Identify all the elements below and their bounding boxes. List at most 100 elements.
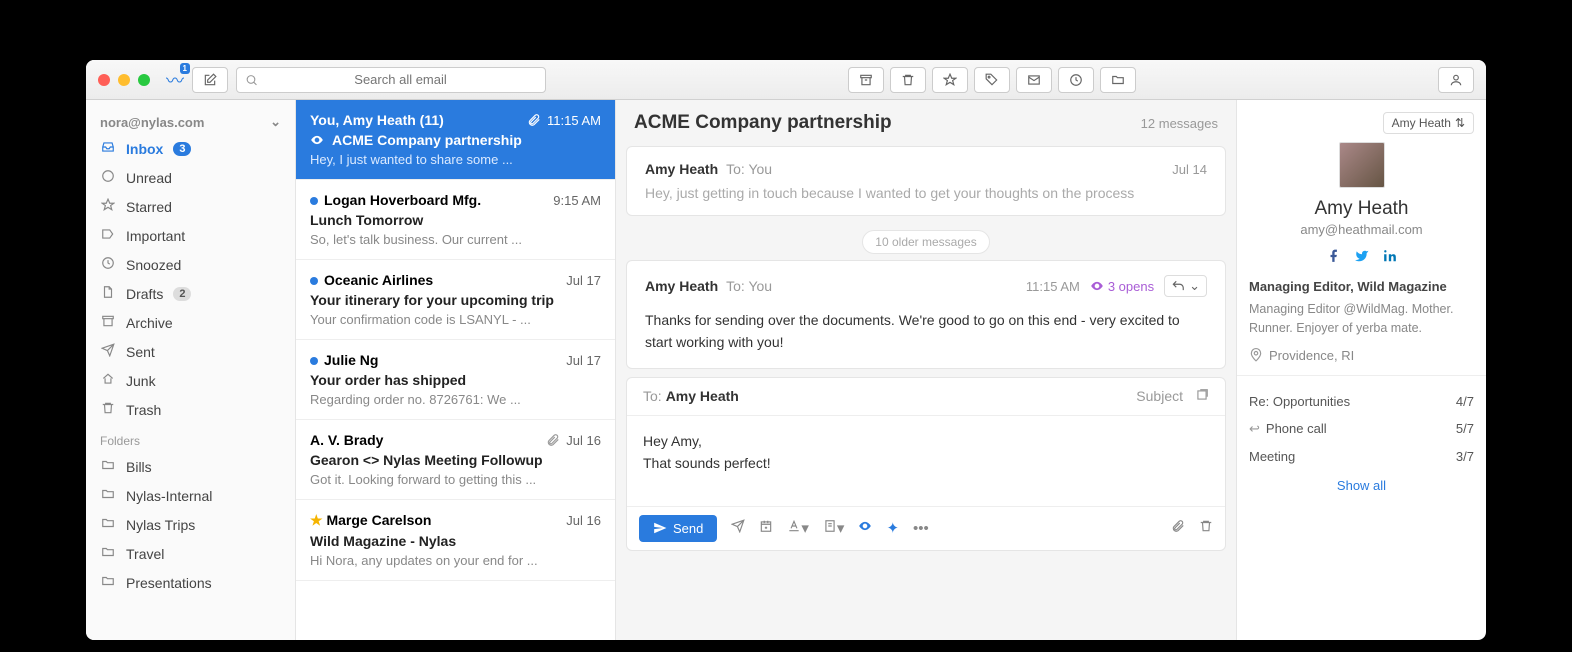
compose-button[interactable] — [192, 67, 228, 93]
thread-item[interactable]: Julie NgJul 17 Your order has shipped Re… — [296, 340, 615, 420]
folders-header: Folders — [86, 424, 295, 452]
location-icon — [1249, 348, 1263, 362]
attach-icon[interactable] — [1171, 519, 1185, 537]
subject-field[interactable]: Subject — [1136, 388, 1183, 404]
move-button[interactable] — [1100, 67, 1136, 93]
message-from: Amy Heath — [645, 278, 718, 294]
thread-subject: Wild Magazine - Nylas — [310, 533, 601, 549]
thread-time: Jul 16 — [566, 513, 601, 528]
folder-nylas-internal[interactable]: Nylas-Internal — [86, 481, 295, 510]
popout-icon[interactable] — [1195, 388, 1209, 405]
folder-icon — [100, 458, 116, 475]
thread-from: Marge Carelson — [326, 512, 431, 528]
star-button[interactable] — [932, 67, 968, 93]
sidebar-item-drafts[interactable]: Drafts2 — [86, 279, 295, 308]
window-controls — [98, 74, 150, 86]
sparkle-icon[interactable]: ✦ — [886, 519, 899, 537]
activity-icon[interactable]: 〰1 — [166, 67, 184, 93]
folder-icon — [100, 516, 116, 533]
sidebar-item-archive[interactable]: Archive — [86, 308, 295, 337]
linkedin-icon[interactable] — [1383, 249, 1397, 267]
facebook-icon[interactable] — [1327, 249, 1341, 267]
message-date: Jul 14 — [1172, 162, 1207, 177]
message-collapsed[interactable]: Amy HeathTo: You Jul 14 Hey, just gettin… — [626, 146, 1226, 216]
snooze-button[interactable] — [1058, 67, 1094, 93]
chevron-down-icon: ⌄ — [270, 114, 281, 130]
reply-icon: ↩ — [1249, 421, 1260, 436]
thread-item[interactable]: You, Amy Heath (11)11:15 AM ACME Company… — [296, 100, 615, 180]
tracking-icon[interactable] — [858, 519, 872, 537]
contact-selector[interactable]: Amy Heath⇅ — [1383, 112, 1474, 134]
related-item[interactable]: Meeting3/7 — [1249, 443, 1474, 470]
send-later-icon[interactable] — [731, 519, 745, 537]
thread-preview: Your confirmation code is LSANYL - ... — [310, 312, 601, 327]
star-filled-icon: ★ — [310, 512, 323, 528]
send-button[interactable]: Send — [639, 515, 717, 542]
titlebar: 〰1 — [86, 60, 1486, 100]
clock-icon — [100, 256, 116, 273]
important-icon — [100, 227, 116, 244]
thread-subject: Your order has shipped — [310, 372, 601, 388]
eye-icon — [1090, 279, 1104, 293]
inbox-count: 3 — [173, 142, 191, 156]
thread-from: You, Amy Heath (11) — [310, 112, 444, 128]
contact-sidebar: Amy Heath⇅ Amy Heath amy@heathmail.com M… — [1236, 100, 1486, 640]
format-icon[interactable]: ▾ — [787, 519, 809, 537]
search-input[interactable] — [236, 67, 546, 93]
zoom-window-button[interactable] — [138, 74, 150, 86]
composer-body[interactable]: Hey Amy, That sounds perfect! — [627, 416, 1225, 506]
message-body: Thanks for sending over the documents. W… — [645, 309, 1207, 354]
thread-subject: ACME Company partnership — [332, 132, 522, 148]
sidebar-item-starred[interactable]: Starred — [86, 192, 295, 221]
thread-preview: Hi Nora, any updates on your end for ... — [310, 553, 601, 568]
contact-email: amy@heathmail.com — [1249, 222, 1474, 237]
minimize-window-button[interactable] — [118, 74, 130, 86]
related-item[interactable]: Re: Opportunities4/7 — [1249, 388, 1474, 415]
thread-item[interactable]: Oceanic AirlinesJul 17 Your itinerary fo… — [296, 260, 615, 340]
twitter-icon[interactable] — [1355, 249, 1369, 267]
account-button[interactable] — [1438, 67, 1474, 93]
chevron-updown-icon: ⇅ — [1455, 116, 1465, 130]
message-expanded: Amy HeathTo: You 11:15 AM 3 opens ⌄ Than… — [626, 260, 1226, 369]
mark-read-button[interactable] — [1016, 67, 1052, 93]
contact-bio: Managing Editor @WildMag. Mother. Runner… — [1249, 300, 1474, 338]
search-field[interactable] — [264, 72, 537, 87]
trash-button[interactable] — [890, 67, 926, 93]
show-all-link[interactable]: Show all — [1249, 478, 1474, 493]
close-window-button[interactable] — [98, 74, 110, 86]
thread-item[interactable]: ★ Marge Carelson Jul 16 Wild Magazine - N… — [296, 500, 615, 581]
more-icon[interactable]: ••• — [913, 520, 929, 537]
related-item[interactable]: ↩Phone call5/7 — [1249, 415, 1474, 443]
sidebar-item-trash[interactable]: Trash — [86, 395, 295, 424]
sidebar-item-important[interactable]: Important — [86, 221, 295, 250]
thread-list: You, Amy Heath (11)11:15 AM ACME Company… — [296, 100, 616, 640]
to-value[interactable]: Amy Heath — [666, 388, 739, 404]
archive-button[interactable] — [848, 67, 884, 93]
reply-button[interactable]: ⌄ — [1164, 275, 1207, 297]
main-content: nora@nylas.com⌄ Inbox3 Unread Starred Im… — [86, 100, 1486, 640]
folder-travel[interactable]: Travel — [86, 539, 295, 568]
message-to: You — [748, 278, 772, 294]
sidebar-item-sent[interactable]: Sent — [86, 337, 295, 366]
message-from: Amy Heath — [645, 161, 718, 177]
discard-icon[interactable] — [1199, 519, 1213, 537]
opens-indicator[interactable]: 3 opens — [1090, 279, 1154, 294]
template-icon[interactable]: ▾ — [823, 519, 845, 537]
folder-presentations[interactable]: Presentations — [86, 568, 295, 597]
sidebar-item-snoozed[interactable]: Snoozed — [86, 250, 295, 279]
folder-bills[interactable]: Bills — [86, 452, 295, 481]
sidebar-item-inbox[interactable]: Inbox3 — [86, 134, 295, 163]
tag-button[interactable] — [974, 67, 1010, 93]
sidebar-item-junk[interactable]: Junk — [86, 366, 295, 395]
sidebar-item-unread[interactable]: Unread — [86, 163, 295, 192]
folder-nylas-trips[interactable]: Nylas Trips — [86, 510, 295, 539]
composer: To:Amy Heath Subject Hey Amy, That sound… — [626, 377, 1226, 551]
conversation-title: ACME Company partnership — [634, 112, 892, 134]
older-messages-button[interactable]: 10 older messages — [862, 230, 989, 254]
reminder-icon[interactable] — [759, 519, 773, 537]
account-label[interactable]: nora@nylas.com⌄ — [86, 110, 295, 134]
thread-item[interactable]: Logan Hoverboard Mfg.9:15 AM Lunch Tomor… — [296, 180, 615, 260]
thread-time: 9:15 AM — [553, 193, 601, 208]
thread-subject: Gearon <> Nylas Meeting Followup — [310, 452, 601, 468]
thread-item[interactable]: A. V. BradyJul 16 Gearon <> Nylas Meetin… — [296, 420, 615, 500]
